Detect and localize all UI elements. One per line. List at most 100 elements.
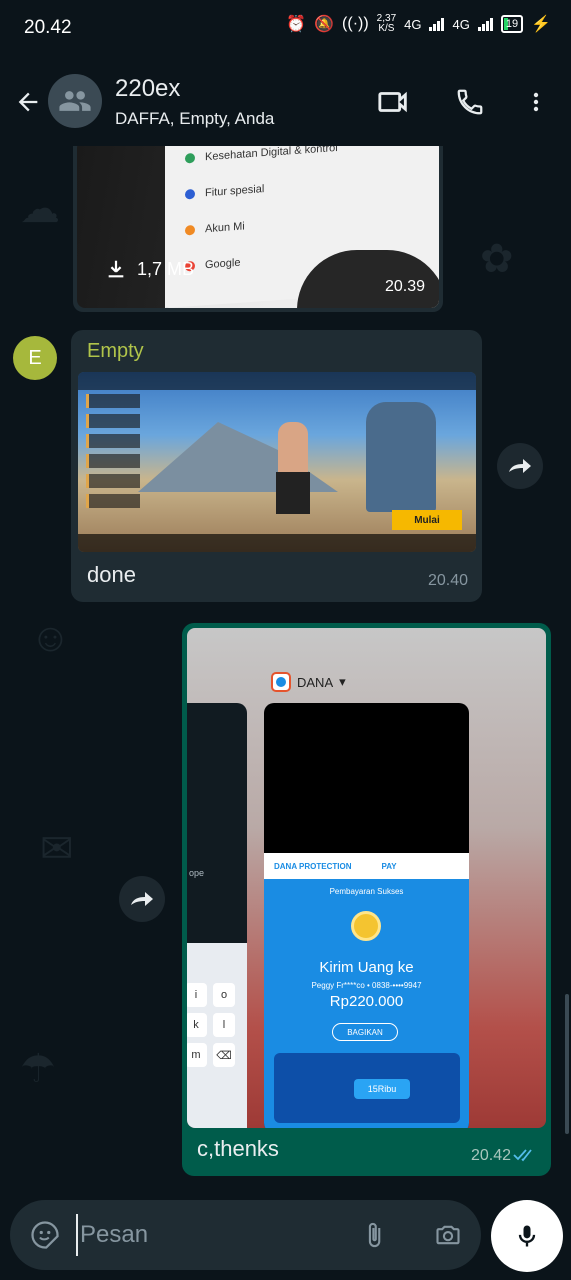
back-arrow-icon xyxy=(18,92,38,112)
keyboard-keys: i o k l m ⌫ xyxy=(187,983,235,1067)
payment-status: Pembayaran Sukses xyxy=(329,887,404,896)
camera-button[interactable] xyxy=(428,1217,468,1253)
composer-bar xyxy=(0,1196,571,1280)
forward-button[interactable] xyxy=(119,876,165,922)
game-start-label: Mulai xyxy=(392,510,462,530)
dana-payment-screen: DANA PROTECTION PAY Pembayaran Sukses Ki… xyxy=(264,853,469,1128)
key: ⌫ xyxy=(213,1043,235,1067)
sender-name[interactable]: Empty xyxy=(87,340,144,363)
sticker-emoji-icon xyxy=(31,1221,59,1249)
game-menu xyxy=(86,394,140,524)
sender-avatar[interactable]: E xyxy=(13,336,57,380)
status-time: 20.42 xyxy=(24,17,72,38)
screenshot-row: Akun Mi xyxy=(185,207,439,237)
voice-message-button[interactable] xyxy=(491,1200,563,1272)
wallpaper-doodle-icon: ☁ xyxy=(20,187,60,231)
promo-amount: 15Ribu xyxy=(354,1079,410,1099)
game-topbar xyxy=(78,372,476,390)
dana-brand: DANA PROTECTION xyxy=(274,861,352,871)
chat-participants[interactable]: DAFFA, Empty, Anda xyxy=(115,109,274,129)
group-avatar[interactable] xyxy=(48,74,102,128)
key: i xyxy=(187,983,207,1007)
key: m xyxy=(187,1043,207,1067)
outgoing-image-message[interactable]: DANA ▾ ope i o k l m ⌫ DANA PROTECTION P… xyxy=(182,623,551,1176)
scrollbar[interactable] xyxy=(565,994,569,1134)
wallpaper-doodle-icon: ☂ xyxy=(20,1047,56,1091)
game-bottombar xyxy=(78,534,476,552)
phone-icon xyxy=(457,89,483,115)
camera-icon xyxy=(436,1225,460,1245)
status-icons: ⏰ 🔕 ((·)) 2,37 K/S 4G 4G 19 ⚡ xyxy=(286,14,551,34)
wallpaper-doodle-icon: ✿ xyxy=(480,237,514,281)
download-button[interactable]: 1,7 MB xyxy=(105,258,194,280)
voice-call-button[interactable] xyxy=(450,82,490,122)
game-building xyxy=(366,402,436,512)
paperclip-icon xyxy=(368,1222,381,1248)
dana-logo-icon xyxy=(271,672,291,692)
composer xyxy=(10,1200,481,1270)
kebab-menu-icon xyxy=(533,92,539,112)
video-call-button[interactable] xyxy=(374,82,414,122)
message-time: 20.39 xyxy=(384,278,425,295)
alarm-icon: ⏰ xyxy=(286,16,307,33)
game-character-legs xyxy=(276,472,310,514)
network-type-2: 4G xyxy=(452,16,470,32)
chevron-down-icon: ▾ xyxy=(339,674,346,689)
more-options-button[interactable] xyxy=(516,82,556,122)
signal-icon xyxy=(429,17,445,31)
transfer-recipient: Peggy Fr****co • 0838-••••9947 xyxy=(311,981,422,990)
screenshot-row: Kesehatan Digital & kontrol xyxy=(185,146,439,165)
screenshot-text: Akun Mi xyxy=(205,220,245,236)
transfer-title: Kirim Uang ke xyxy=(319,959,414,976)
network-type-1: 4G xyxy=(404,16,422,32)
signal-icon-2 xyxy=(477,17,493,31)
recent-app-card: ope i o k l m ⌫ xyxy=(187,703,247,1128)
app-label: DANA xyxy=(297,674,334,690)
chat-header: 220ex DAFFA, Empty, Anda xyxy=(0,58,571,146)
emoji-button[interactable] xyxy=(28,1218,62,1252)
microphone-icon xyxy=(518,1225,536,1247)
message-caption: c,thenks xyxy=(197,1136,279,1161)
key: l xyxy=(213,1013,235,1037)
group-icon xyxy=(59,91,91,111)
keyboard-preview: i o k l m ⌫ xyxy=(187,943,247,1128)
incoming-image-message[interactable]: Empty Mulai done 20.40 xyxy=(71,330,482,602)
chat-title[interactable]: 220ex xyxy=(115,75,180,103)
forward-icon xyxy=(131,892,153,906)
transfer-amount: Rp220.000 xyxy=(329,993,404,1010)
promo-banner: 15Ribu xyxy=(274,1053,460,1123)
wallpaper-doodle-icon: ✉ xyxy=(40,827,74,871)
read-receipt-icon xyxy=(513,1149,532,1162)
chat-messages[interactable]: ☁ ✿ ☺ ♪ ✉ ☂ Kesehatan Digital & kontrol … xyxy=(0,146,571,1196)
outgoing-image-message[interactable]: Kesehatan Digital & kontrol Fitur spesia… xyxy=(73,146,443,312)
forward-icon xyxy=(509,459,531,473)
image-thumbnail[interactable]: Kesehatan Digital & kontrol Fitur spesia… xyxy=(77,146,439,308)
battery-level: 19 xyxy=(505,18,519,30)
message-time: 20.40 xyxy=(427,572,468,589)
screenshot-text: Google xyxy=(205,256,241,272)
battery-icon: 19 xyxy=(500,15,524,33)
file-size: 1,7 MB xyxy=(137,258,195,279)
attach-button[interactable] xyxy=(356,1217,392,1253)
key: o xyxy=(213,983,235,1007)
net-speed-unit: K/S xyxy=(378,23,395,34)
share-label: BAGIKAN xyxy=(332,1023,398,1041)
dana-pay-label: PAY xyxy=(381,861,397,871)
mute-icon: 🔕 xyxy=(314,16,335,33)
app-switcher-label: DANA ▾ xyxy=(271,672,346,692)
message-caption: done xyxy=(87,562,136,587)
message-input[interactable] xyxy=(76,1214,346,1256)
message-time: 20.42 xyxy=(470,1147,511,1164)
net-speed: 2,37 K/S xyxy=(377,14,396,34)
recent-app-card-dana: DANA PROTECTION PAY Pembayaran Sukses Ki… xyxy=(264,703,469,1128)
status-bar: 20.42 ⏰ 🔕 ((·)) 2,37 K/S 4G 4G 19 ⚡ xyxy=(0,0,571,58)
screenshot-row: Fitur spesial xyxy=(185,171,439,201)
screenshot-text: Fitur spesial xyxy=(205,183,265,200)
screenshot-text: Kesehatan Digital & kontrol xyxy=(205,146,338,164)
image-thumbnail[interactable]: Mulai xyxy=(78,372,476,552)
forward-button[interactable] xyxy=(497,443,543,489)
key: k xyxy=(187,1013,207,1037)
back-button[interactable] xyxy=(8,82,48,122)
dana-topbar: DANA PROTECTION PAY xyxy=(264,853,469,879)
image-thumbnail[interactable]: DANA ▾ ope i o k l m ⌫ DANA PROTECTION P… xyxy=(187,628,546,1128)
